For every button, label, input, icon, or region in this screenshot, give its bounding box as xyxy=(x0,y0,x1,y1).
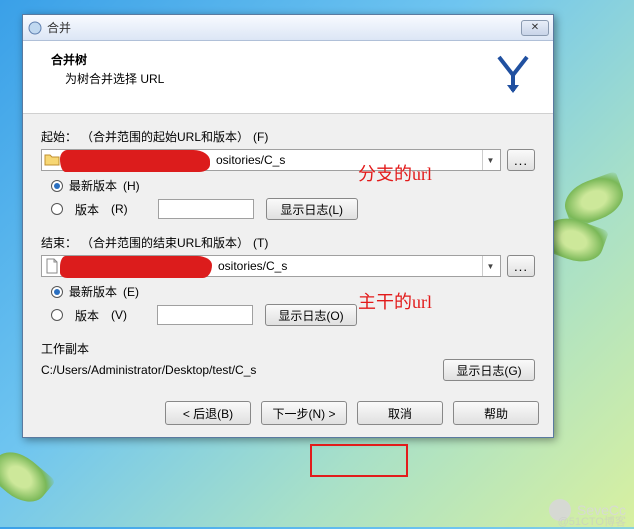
titlebar: 合并 ✕ xyxy=(23,15,553,41)
start-latest-radio-row: 最新版本 (H) xyxy=(51,177,535,194)
window-title: 合并 xyxy=(47,19,521,36)
wc-showlog-button[interactable]: 显示日志(G) xyxy=(443,359,535,381)
end-browse-button[interactable]: ... xyxy=(507,255,535,277)
start-version-shortcut: (R) xyxy=(111,202,128,216)
start-label-prefix: 起始： xyxy=(41,128,77,145)
start-label-text: （合并范围的起始URL和版本） xyxy=(81,128,249,145)
chevron-down-icon[interactable]: ▼ xyxy=(482,150,498,170)
header-panel: 合并树 为树合并选择 URL xyxy=(23,41,553,114)
end-latest-shortcut: (E) xyxy=(123,285,139,299)
wc-path: C:/Users/Administrator/Desktop/test/C_s xyxy=(41,363,433,377)
start-version-label: 版本 xyxy=(75,201,99,218)
header-title: 合并树 xyxy=(51,51,489,68)
start-shortcut: (F) xyxy=(253,130,268,144)
next-button[interactable]: 下一步(N) > xyxy=(261,401,347,425)
end-latest-label: 最新版本 xyxy=(69,283,117,300)
annotation-trunk-url: 主干的url xyxy=(358,288,432,314)
start-latest-shortcut: (H) xyxy=(123,179,140,193)
header-subtitle: 为树合并选择 URL xyxy=(65,70,489,87)
folder-icon xyxy=(44,152,60,168)
close-button[interactable]: ✕ xyxy=(521,20,549,36)
content-area: 起始： （合并范围的起始URL和版本） (F) ositories/C_s ▼ … xyxy=(23,114,553,391)
end-version-input[interactable] xyxy=(157,305,253,325)
footer-buttons: < 后退(B) 下一步(N) > 取消 帮助 xyxy=(23,391,553,437)
end-version-label: 版本 xyxy=(75,307,99,324)
redacted-area xyxy=(60,256,212,278)
end-label-text: （合并范围的结束URL和版本） xyxy=(81,234,249,251)
working-copy-section: 工作副本 C:/Users/Administrator/Desktop/test… xyxy=(41,340,535,381)
redacted-area xyxy=(60,150,210,172)
start-latest-radio[interactable] xyxy=(51,180,63,192)
annotation-branch-url: 分支的url xyxy=(358,160,432,186)
merge-logo-icon xyxy=(489,51,537,99)
end-latest-radio-row: 最新版本 (E) xyxy=(51,283,535,300)
end-version-radio[interactable] xyxy=(51,309,63,321)
decorative-leaf xyxy=(0,442,56,511)
end-showlog-button[interactable]: 显示日志(O) xyxy=(265,304,357,326)
start-showlog-button[interactable]: 显示日志(L) xyxy=(266,198,358,220)
start-version-input[interactable] xyxy=(158,199,254,219)
wc-label: 工作副本 xyxy=(41,340,535,357)
start-url-combobox[interactable]: ositories/C_s ▼ xyxy=(41,149,501,171)
help-button[interactable]: 帮助 xyxy=(453,401,539,425)
next-button-highlight xyxy=(310,444,408,477)
end-version-shortcut: (V) xyxy=(111,308,127,322)
merge-dialog: 合并 ✕ 合并树 为树合并选择 URL 起始： （合并范围的起始URL和版本） … xyxy=(22,14,554,438)
start-section-label: 起始： （合并范围的起始URL和版本） (F) xyxy=(41,128,535,145)
end-latest-radio[interactable] xyxy=(51,286,63,298)
end-shortcut: (T) xyxy=(253,236,268,250)
start-browse-button[interactable]: ... xyxy=(507,149,535,171)
chevron-down-icon[interactable]: ▼ xyxy=(482,256,498,276)
end-url-combobox[interactable]: ositories/C_s ▼ xyxy=(41,255,501,277)
end-label-prefix: 结束： xyxy=(41,234,77,251)
end-section-label: 结束： （合并范围的结束URL和版本） (T) xyxy=(41,234,535,251)
start-version-radio[interactable] xyxy=(51,203,63,215)
back-button[interactable]: < 后退(B) xyxy=(165,401,251,425)
file-icon xyxy=(44,258,60,274)
start-latest-label: 最新版本 xyxy=(69,177,117,194)
cancel-button[interactable]: 取消 xyxy=(357,401,443,425)
app-icon xyxy=(27,20,43,36)
